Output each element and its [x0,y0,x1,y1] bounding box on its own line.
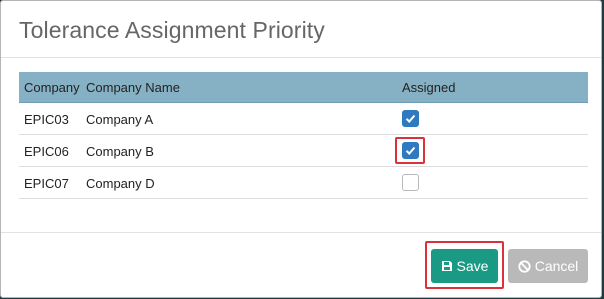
ban-icon [518,259,531,273]
company-table: Company Company Name Assigned EPIC03 Com… [19,72,588,199]
dialog-title: Tolerance Assignment Priority [19,17,325,43]
company-cell: EPIC06 [24,144,69,159]
assigned-checkbox[interactable] [402,110,419,127]
assigned-checkbox[interactable] [402,174,419,191]
company-name-cell: Company B [86,144,154,159]
column-header-assigned: Assigned [402,80,456,95]
header-divider [1,57,601,58]
save-button[interactable]: Save [431,249,498,283]
checkbox-highlight [395,137,425,164]
column-header-company: Company [24,80,80,95]
company-cell: EPIC07 [24,176,69,191]
modal-dialog: Tolerance Assignment Priority Company Co… [0,0,602,298]
company-cell: EPIC03 [24,112,69,127]
cancel-label: Cancel [534,258,579,274]
company-name-cell: Company D [86,176,155,191]
table-row: EPIC06 Company B [19,135,588,167]
floppy-disk-icon [441,260,453,272]
check-icon [405,114,416,123]
table-row: EPIC03 Company A [19,103,588,135]
table-header: Company Company Name Assigned [19,72,588,103]
cancel-button[interactable]: Cancel [508,249,588,283]
footer-divider [1,232,601,233]
column-header-company-name: Company Name [86,80,180,95]
table-row: EPIC07 Company D [19,167,588,199]
company-name-cell: Company A [86,112,154,127]
save-label: Save [456,258,489,274]
